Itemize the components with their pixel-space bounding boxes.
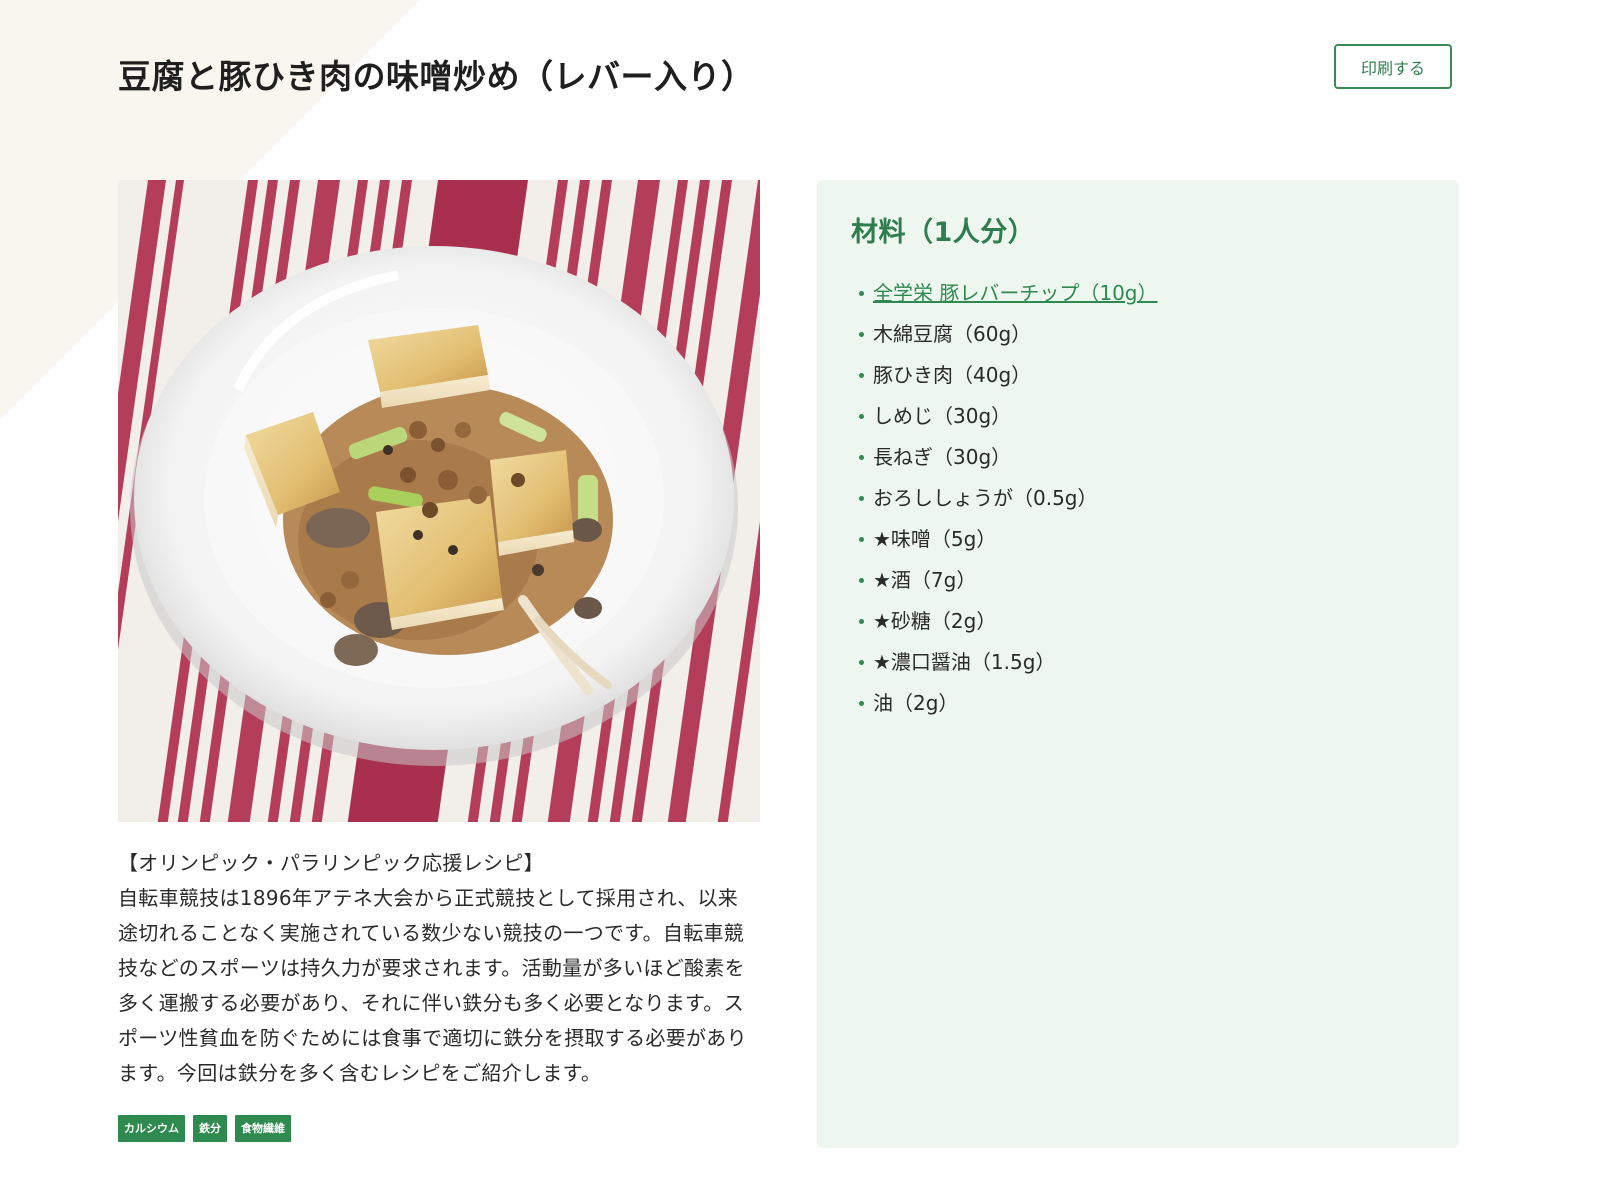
ingredient-item: 豚ひき肉（40g） — [851, 355, 1425, 396]
ingredient-text: しめじ（30g） — [873, 404, 1012, 428]
ingredient-list: 全学栄 豚レバーチップ（10g） 木綿豆腐（60g） 豚ひき肉（40g） しめじ… — [851, 273, 1425, 724]
bullet-dot-icon — [859, 619, 864, 624]
bullet-dot-icon — [859, 496, 864, 501]
ingredient-item: 全学栄 豚レバーチップ（10g） — [851, 273, 1425, 314]
ingredient-link-liver-chips[interactable]: 全学栄 豚レバーチップ（10g） — [873, 281, 1158, 305]
bullet-dot-icon — [859, 373, 864, 378]
ingredient-item: しめじ（30g） — [851, 396, 1425, 437]
recipe-page: 豆腐と豚ひき肉の味噌炒め（レバー入り） 印刷する 【オリンピック・パラリンピック… — [0, 0, 1600, 1200]
ingredient-item: 木綿豆腐（60g） — [851, 314, 1425, 355]
bullet-dot-icon — [859, 455, 864, 460]
ingredient-item: ★味噌（5g） — [851, 519, 1425, 560]
recipe-main-column: 【オリンピック・パラリンピック応援レシピ】 自転車競技は1896年アテネ大会から… — [118, 180, 760, 1142]
bullet-dot-icon — [859, 578, 864, 583]
bullet-dot-icon — [859, 291, 864, 296]
description-heading: 【オリンピック・パラリンピック応援レシピ】 — [118, 851, 544, 875]
ingredient-item: ★砂糖（2g） — [851, 601, 1425, 642]
recipe-header: 豆腐と豚ひき肉の味噌炒め（レバー入り） 印刷する — [118, 44, 1452, 104]
page-title: 豆腐と豚ひき肉の味噌炒め（レバー入り） — [118, 57, 755, 96]
ingredient-item: おろししょうが（0.5g） — [851, 478, 1425, 519]
ingredient-text: 木綿豆腐（60g） — [873, 322, 1032, 346]
tag-dietary-fiber[interactable]: 食物繊維 — [235, 1115, 291, 1142]
ingredient-item: ★濃口醤油（1.5g） — [851, 642, 1425, 683]
tag-calcium[interactable]: カルシウム — [118, 1115, 185, 1142]
tag-iron[interactable]: 鉄分 — [193, 1115, 227, 1142]
ingredient-text: ★酒（7g） — [873, 568, 977, 592]
ingredient-text: ★濃口醤油（1.5g） — [873, 650, 1056, 674]
recipe-photo — [118, 180, 760, 822]
ingredient-text: 豚ひき肉（40g） — [873, 363, 1032, 387]
bullet-dot-icon — [859, 701, 864, 706]
ingredient-item: 油（2g） — [851, 683, 1425, 724]
ingredient-text: 油（2g） — [873, 691, 959, 715]
ingredients-title: 材料（1人分） — [851, 217, 1036, 248]
ingredient-text: ★砂糖（2g） — [873, 609, 997, 633]
bullet-dot-icon — [859, 537, 864, 542]
print-button[interactable]: 印刷する — [1334, 44, 1452, 89]
ingredient-text: ★味噌（5g） — [873, 527, 997, 551]
bullet-dot-icon — [859, 660, 864, 665]
ingredient-text: 長ねぎ（30g） — [873, 445, 1012, 469]
bullet-dot-icon — [859, 332, 864, 337]
recipe-description: 【オリンピック・パラリンピック応援レシピ】 自転車競技は1896年アテネ大会から… — [118, 846, 760, 1091]
bullet-dot-icon — [859, 414, 864, 419]
ingredients-panel: 材料（1人分） 全学栄 豚レバーチップ（10g） 木綿豆腐（60g） 豚ひき肉（… — [817, 180, 1459, 1148]
ingredient-text: おろししょうが（0.5g） — [873, 486, 1098, 510]
recipe-photo-illustration — [118, 180, 760, 822]
ingredient-item: 長ねぎ（30g） — [851, 437, 1425, 478]
description-body: 自転車競技は1896年アテネ大会から正式競技として採用され、以来途切れることなく… — [118, 886, 747, 1085]
ingredient-item: ★酒（7g） — [851, 560, 1425, 601]
tag-list: カルシウム 鉄分 食物繊維 — [118, 1115, 760, 1142]
